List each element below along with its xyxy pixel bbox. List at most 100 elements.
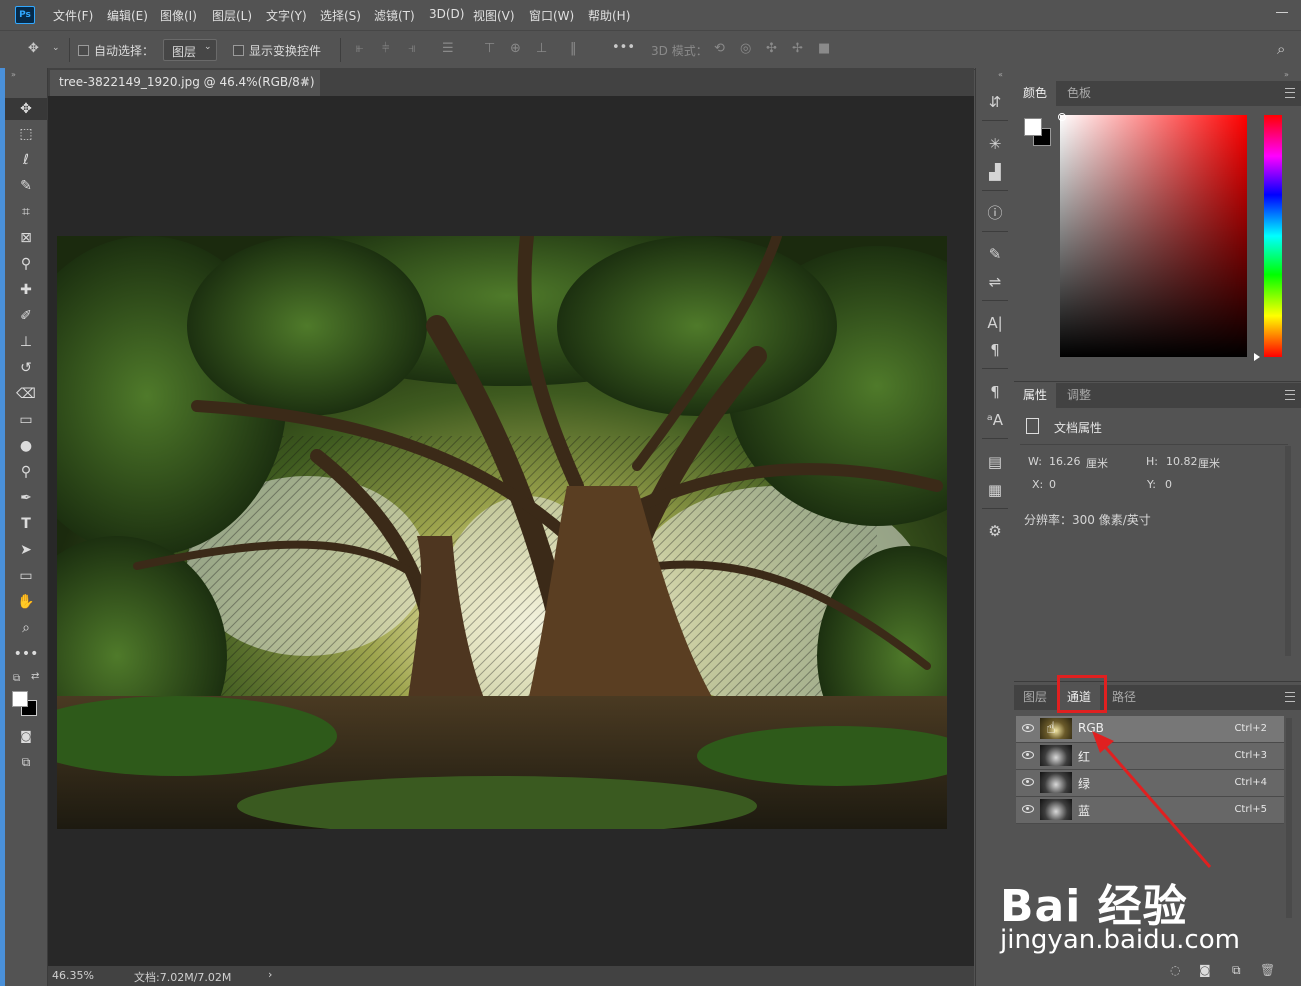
save-selection-icon[interactable]: ◙ (1199, 963, 1211, 977)
eraser-icon[interactable]: ⌫ (5, 383, 47, 405)
align-bottom-icon[interactable]: ⊥ (536, 41, 547, 56)
menu-file[interactable]: 文件(F) (53, 7, 93, 24)
crop-icon[interactable]: ⌗ (5, 201, 47, 223)
pen-icon[interactable]: ✒ (5, 487, 47, 509)
collapse-icon[interactable]: » (1284, 70, 1289, 79)
history-icon[interactable]: ⇵ (976, 90, 1014, 114)
visibility-eye-icon[interactable] (1022, 778, 1034, 786)
stamp-icon[interactable]: ⊥ (5, 331, 47, 353)
align-left-icon[interactable]: ⫦ (356, 41, 363, 56)
layer-comps-icon[interactable]: ▤ (976, 450, 1014, 474)
color-picker-cursor[interactable] (1058, 113, 1066, 121)
align-top-icon[interactable]: ⊤ (484, 41, 495, 56)
visibility-eye-icon[interactable] (1022, 805, 1034, 813)
scrollbar[interactable] (1286, 718, 1292, 918)
navigator-icon[interactable]: ✳ (976, 132, 1014, 156)
menu-edit[interactable]: 编辑(E) (107, 7, 148, 24)
brush-icon[interactable]: ✐ (5, 305, 47, 327)
show-transform-checkbox[interactable] (233, 45, 244, 56)
quick-select-icon[interactable]: ✎ (5, 175, 47, 197)
menu-type[interactable]: 文字(Y) (266, 7, 307, 24)
rectangle-icon[interactable]: ▭ (5, 565, 47, 587)
align-right-icon[interactable]: ⫣ (408, 41, 416, 56)
close-icon[interactable]: × (300, 70, 310, 94)
blur-icon[interactable]: ● (5, 435, 47, 457)
foreground-color-swatch[interactable] (12, 691, 28, 707)
3d-slide-icon[interactable]: ✢ (792, 41, 803, 56)
menu-image[interactable]: 图像(I) (160, 7, 197, 24)
brush-settings-icon[interactable]: ✎ (976, 242, 1014, 266)
history-brush-icon[interactable]: ↺ (5, 357, 47, 379)
width-value[interactable]: 16.26 (1049, 455, 1081, 468)
menu-window[interactable]: 窗口(W) (529, 7, 574, 24)
3d-scale-icon[interactable]: ■ (818, 41, 830, 56)
menu-help[interactable]: 帮助(H) (588, 7, 630, 24)
notes-icon[interactable]: ▦ (976, 478, 1014, 502)
3d-roll-icon[interactable]: ◎ (740, 41, 751, 56)
3d-orbit-icon[interactable]: ⟲ (714, 41, 725, 56)
document-image[interactable] (57, 236, 947, 829)
tab-layers[interactable]: 图层 (1014, 685, 1056, 710)
visibility-eye-icon[interactable] (1022, 751, 1034, 759)
document-tab[interactable]: tree-3822149_1920.jpg @ 46.4%(RGB/8#) * … (50, 70, 320, 113)
collapse-icon[interactable]: « (998, 70, 1003, 79)
tab-adjustments[interactable]: 调整 (1058, 383, 1100, 408)
distribute-v-icon[interactable]: ‖ (570, 41, 577, 56)
height-value[interactable]: 10.82 (1166, 455, 1198, 468)
tab-color[interactable]: 颜色 (1014, 81, 1057, 106)
more-tools-icon[interactable]: ••• (5, 643, 47, 665)
load-selection-icon[interactable]: ◌ (1170, 963, 1180, 977)
color-picker-field[interactable] (1060, 115, 1247, 357)
panel-menu-icon[interactable] (1285, 88, 1295, 98)
chevron-down-icon[interactable]: ⌄ (52, 43, 60, 53)
minimize-icon[interactable] (1276, 12, 1288, 13)
adjustments-icon[interactable]: ⇌ (976, 270, 1014, 294)
quick-mask-icon[interactable]: ◙ (5, 725, 47, 747)
delete-channel-icon[interactable]: 🗑 (1260, 963, 1275, 977)
auto-select-dropdown[interactable]: 图层 ⌄ (163, 39, 217, 61)
eyedropper-icon[interactable]: ⚲ (5, 253, 47, 275)
character-styles-icon[interactable]: ᵃA (976, 408, 1014, 432)
info-icon[interactable]: ⓘ (976, 201, 1014, 225)
move-tool-icon[interactable]: ✥ (28, 41, 39, 56)
menu-3d[interactable]: 3D(D) (429, 7, 464, 21)
dodge-icon[interactable]: ⚲ (5, 461, 47, 483)
panel-menu-icon[interactable] (1285, 390, 1295, 400)
hand-icon[interactable]: ✋ (5, 591, 47, 613)
tab-properties[interactable]: 属性 (1014, 383, 1057, 408)
tab-paths[interactable]: 路径 (1103, 685, 1145, 710)
new-channel-icon[interactable]: ⧉ (1232, 963, 1241, 978)
more-options-icon[interactable]: ••• (612, 40, 635, 55)
marquee-icon[interactable]: ⬚ (5, 123, 47, 145)
move-icon[interactable]: ✥ (5, 98, 47, 120)
zoom-icon[interactable]: ⌕ (5, 617, 47, 639)
menu-layer[interactable]: 图层(L) (212, 7, 252, 24)
menu-filter[interactable]: 滤镜(T) (374, 7, 415, 24)
collapse-icon[interactable]: » (11, 70, 16, 79)
menu-view[interactable]: 视图(V) (473, 7, 515, 24)
y-value[interactable]: 0 (1165, 478, 1172, 491)
menu-select[interactable]: 选择(S) (320, 7, 361, 24)
foreground-color-swatch[interactable] (1024, 118, 1042, 136)
visibility-eye-icon[interactable] (1022, 724, 1034, 732)
default-colors-icon[interactable]: ⧉ (13, 673, 20, 684)
character-icon[interactable]: A| (976, 311, 1014, 335)
healing-icon[interactable]: ✚ (5, 279, 47, 301)
status-menu-arrow[interactable]: › (268, 968, 272, 981)
hue-spectrum-slider[interactable] (1264, 115, 1282, 357)
3d-pan-icon[interactable]: ✣ (766, 41, 777, 56)
lasso-icon[interactable]: ℓ (5, 149, 47, 171)
type-icon[interactable]: T (5, 513, 47, 535)
panel-menu-icon[interactable] (1285, 692, 1295, 702)
search-icon[interactable]: ⌕ (1277, 40, 1285, 58)
x-value[interactable]: 0 (1049, 478, 1056, 491)
canvas-area[interactable] (48, 96, 974, 966)
swap-colors-icon[interactable]: ⇄ (31, 671, 39, 682)
tab-swatches[interactable]: 色板 (1058, 81, 1100, 106)
libraries-icon[interactable]: ⚙ (976, 519, 1014, 543)
distribute-icon[interactable]: ☰ (442, 41, 454, 56)
align-vcenter-icon[interactable]: ⊕ (510, 41, 521, 56)
path-select-icon[interactable]: ➤ (5, 539, 47, 561)
zoom-level[interactable]: 46.35% (52, 969, 94, 982)
auto-select-checkbox[interactable] (78, 45, 89, 56)
